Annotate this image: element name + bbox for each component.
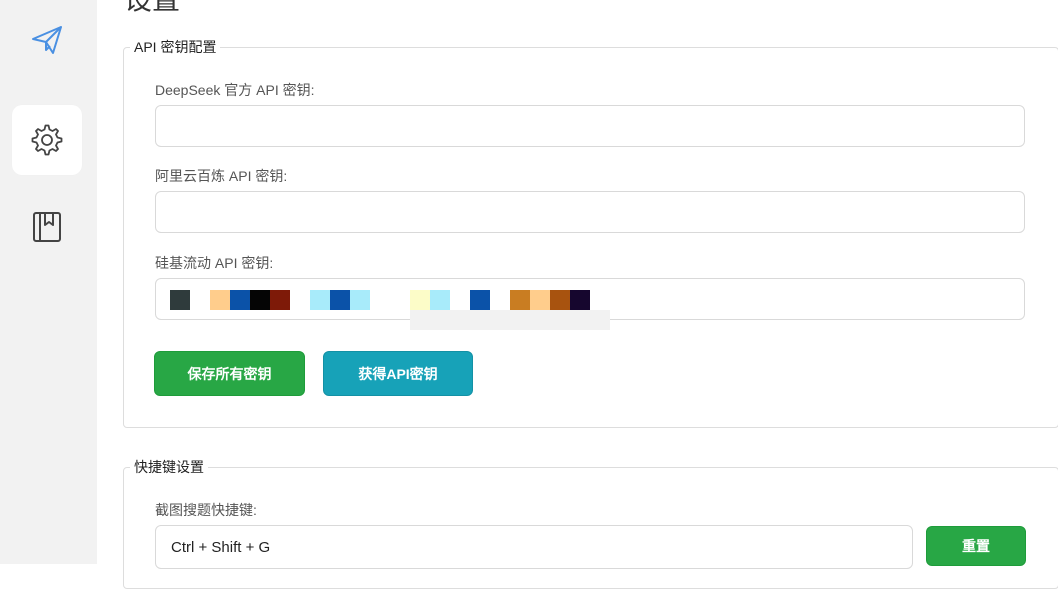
siliconflow-key-label: 硅基流动 API 密钥: bbox=[155, 255, 274, 271]
save-all-keys-button[interactable]: 保存所有密钥 bbox=[154, 351, 305, 396]
page-title: 设置 bbox=[124, 0, 180, 18]
masked-key-value bbox=[170, 290, 610, 310]
reset-hotkey-button[interactable]: 重置 bbox=[926, 526, 1026, 566]
sidebar-item-docs[interactable] bbox=[12, 192, 82, 262]
get-api-key-button[interactable]: 获得API密钥 bbox=[323, 351, 473, 396]
screenshot-hotkey-label: 截图搜题快捷键: bbox=[155, 502, 257, 518]
aliyun-key-label: 阿里云百炼 API 密钥: bbox=[155, 168, 288, 184]
aliyun-key-input[interactable] bbox=[155, 191, 1025, 233]
screenshot-hotkey-input[interactable] bbox=[155, 525, 913, 569]
bookmark-book-icon bbox=[33, 212, 61, 242]
hotkey-section-legend: 快捷键设置 bbox=[134, 459, 204, 475]
deepseek-key-label: DeepSeek 官方 API 密钥: bbox=[155, 82, 315, 98]
api-section-legend: API 密钥配置 bbox=[134, 39, 217, 55]
mask-strip bbox=[410, 310, 610, 330]
gear-icon bbox=[31, 124, 63, 156]
sidebar-item-send[interactable] bbox=[12, 5, 82, 75]
sidebar bbox=[0, 0, 97, 564]
deepseek-key-input[interactable] bbox=[155, 105, 1025, 147]
sidebar-item-settings[interactable] bbox=[12, 105, 82, 175]
hotkey-section: 快捷键设置 bbox=[123, 457, 1058, 589]
paper-plane-icon bbox=[32, 26, 62, 54]
